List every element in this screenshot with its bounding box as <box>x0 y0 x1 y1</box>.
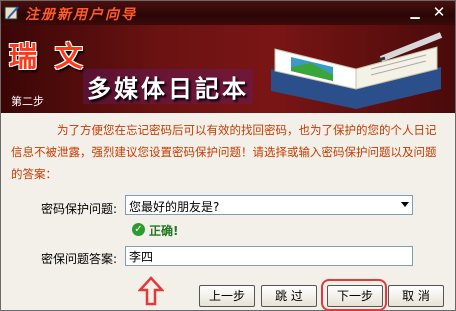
brand-logo-text: 瑞 文 <box>9 40 87 73</box>
arrow-up-icon <box>138 276 164 306</box>
validation-message: 正确! <box>149 224 179 238</box>
security-question-label: 密码保护问题: <box>41 202 118 216</box>
content-area: 为了方便您在忘记密码后可以有效的找回密码，也为了保护的您的个人日记信息不被泄露，… <box>1 113 455 311</box>
open-book-icon <box>271 32 443 109</box>
next-button[interactable]: 下一步 <box>327 285 383 307</box>
cancel-button[interactable]: 取 消 <box>388 285 444 307</box>
window-title: 注册新用户向导 <box>25 7 137 23</box>
instruction-text: 为了方便您在忘记密码后可以有效的找回密码，也为了保护的您的个人日记信息不被泄露，… <box>11 123 437 181</box>
chevron-down-icon[interactable] <box>401 202 409 207</box>
check-icon: ✓ <box>132 223 145 236</box>
step-label: 第二步 <box>11 95 44 108</box>
previous-button[interactable]: 上一步 <box>199 285 255 307</box>
minimize-icon[interactable]: ▁ <box>407 5 423 20</box>
security-answer-input[interactable] <box>125 246 413 266</box>
header-banner: 瑞 文 多媒体日記本 第二步 <box>1 25 455 113</box>
security-question-value: 您最好的朋友是? <box>129 200 220 214</box>
close-icon[interactable]: ✕ <box>429 5 449 20</box>
security-answer-label: 密保问题答案: <box>41 252 118 266</box>
wizard-window: 注册新用户向导 ▁ ✕ 瑞 文 多媒体日記本 第二步 为了方便您在忘记密码后可以… <box>0 0 456 311</box>
title-bar[interactable]: 注册新用户向导 ▁ ✕ <box>1 1 455 25</box>
app-name: 多媒体日記本 <box>83 69 253 104</box>
security-question-select[interactable]: 您最好的朋友是? <box>125 195 413 215</box>
skip-button[interactable]: 跳 过 <box>261 285 317 307</box>
app-icon <box>4 6 19 20</box>
